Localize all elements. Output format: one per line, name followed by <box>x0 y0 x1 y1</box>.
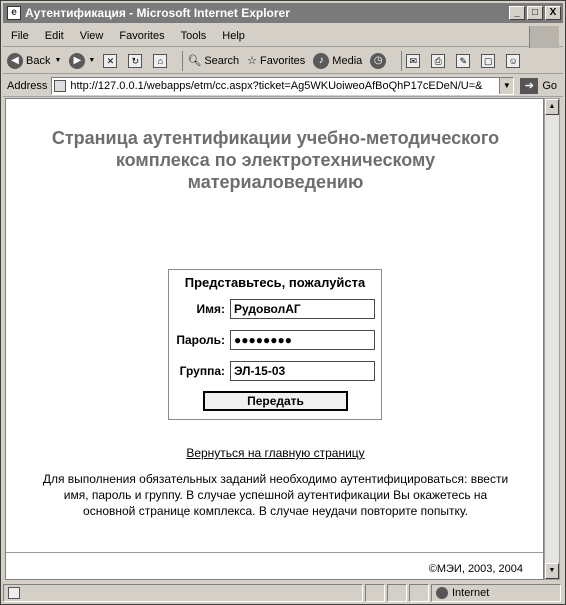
history-icon: ◷ <box>370 52 387 69</box>
title-bar: e Аутентификация - Microsoft Internet Ex… <box>3 3 563 23</box>
login-form: Представьтесь, пожалуйста Имя: РудоволАГ… <box>168 269 382 420</box>
toolbar: ◀ Back ▼ ▶ ▼ ✕ ↻ ⌂ 🔍︎ Search ☆ Favorites… <box>3 48 563 74</box>
discuss-button[interactable]: ▢ <box>481 53 498 68</box>
globe-icon <box>436 586 448 599</box>
back-button[interactable]: ◀ Back ▼ <box>7 52 62 69</box>
search-button[interactable]: 🔍︎ Search <box>187 54 240 68</box>
instructions-line: имя, пароль и группу. В случае успешной … <box>63 488 488 502</box>
chevron-down-icon: ▼ <box>54 57 62 64</box>
menu-edit[interactable]: Edit <box>37 30 72 42</box>
stop-icon: ✕ <box>103 53 118 68</box>
address-input[interactable]: http://127.0.0.1/webapps/etm/cc.aspx?tic… <box>51 76 515 95</box>
home-button[interactable]: ⌂ <box>153 53 170 68</box>
zone-label: Internet <box>452 586 490 599</box>
forward-button[interactable]: ▶ ▼ <box>69 52 96 69</box>
scroll-down-button[interactable]: ▼ <box>545 563 559 579</box>
page-title: Страница аутентификации учебно-методичес… <box>6 127 543 193</box>
chevron-down-icon: ▼ <box>88 57 96 64</box>
stop-button[interactable]: ✕ <box>103 53 120 68</box>
maximize-button[interactable]: □ <box>527 6 543 20</box>
windows-logo-icon <box>529 26 559 48</box>
toolbar-separator <box>182 50 184 71</box>
status-cell <box>387 583 407 602</box>
menu-favorites[interactable]: Favorites <box>111 30 172 42</box>
favorites-label: Favorites <box>260 54 306 67</box>
instructions-line: основной странице комплекса. В случае не… <box>83 504 468 518</box>
address-bar: Address http://127.0.0.1/webapps/etm/cc.… <box>3 75 563 97</box>
status-bar: Internet <box>3 582 563 603</box>
scroll-up-button[interactable]: ▲ <box>545 99 559 115</box>
favorites-button[interactable]: ☆ Favorites <box>247 54 306 68</box>
history-button[interactable]: ◷ <box>370 52 389 69</box>
menu-help[interactable]: Help <box>214 30 253 42</box>
mail-button[interactable]: ✉ <box>406 53 423 68</box>
minimize-button[interactable]: _ <box>509 6 525 20</box>
go-arrow-icon: ➔ <box>520 77 539 94</box>
name-input[interactable]: РудоволАГ <box>230 299 375 319</box>
page-viewport: Страница аутентификации учебно-методичес… <box>5 98 544 580</box>
print-button[interactable]: ⎙ <box>431 53 448 68</box>
edit-button[interactable]: ✎ <box>456 53 473 68</box>
footer-divider <box>6 552 543 553</box>
form-title: Представьтесь, пожалуйста <box>184 275 366 290</box>
media-label: Media <box>332 54 363 67</box>
name-label: Имя: <box>196 302 226 316</box>
edit-icon: ✎ <box>456 53 471 68</box>
media-icon: ♪ <box>313 52 330 69</box>
menu-tools[interactable]: Tools <box>173 30 215 42</box>
media-button[interactable]: ♪ Media <box>313 52 363 69</box>
mail-icon: ✉ <box>406 53 421 68</box>
status-main <box>3 583 363 602</box>
group-input[interactable]: ЭЛ-15-03 <box>230 361 375 381</box>
refresh-icon: ↻ <box>128 53 143 68</box>
password-input[interactable]: ●●●●●●●● <box>230 330 375 350</box>
star-icon: ☆ <box>247 55 258 67</box>
print-icon: ⎙ <box>431 53 446 68</box>
menu-bar: File Edit View Favorites Tools Help <box>3 25 563 47</box>
back-arrow-icon: ◀ <box>7 52 23 69</box>
submit-button[interactable]: Передать <box>203 391 348 411</box>
refresh-button[interactable]: ↻ <box>128 53 145 68</box>
browser-window: e Аутентификация - Microsoft Internet Ex… <box>0 0 566 605</box>
page-icon <box>54 79 67 92</box>
toolbar-separator <box>401 50 403 71</box>
messenger-button[interactable]: ☺ <box>506 53 523 68</box>
discuss-icon: ▢ <box>481 53 496 68</box>
name-row: Имя: РудоволАГ <box>169 299 381 319</box>
back-label: Back <box>26 54 51 67</box>
password-label: Пароль: <box>176 333 225 347</box>
security-zone: Internet <box>431 583 561 602</box>
instructions-line: Для выполнения обязательных заданий необ… <box>42 472 509 486</box>
page-title-line: материаловедению <box>187 172 364 192</box>
messenger-icon: ☺ <box>506 53 521 68</box>
instructions-text: Для выполнения обязательных заданий необ… <box>22 471 529 519</box>
password-row: Пароль: ●●●●●●●● <box>169 330 381 350</box>
vertical-scrollbar[interactable]: ▲ ▼ <box>544 98 560 580</box>
search-label: Search <box>204 54 240 67</box>
home-icon: ⌂ <box>153 53 168 68</box>
page-title-line: комплекса по электротехническому <box>115 150 436 170</box>
group-row: Группа: ЭЛ-15-03 <box>169 361 381 381</box>
group-label: Группа: <box>179 364 225 378</box>
close-button[interactable]: X <box>545 6 561 20</box>
ie-logo-icon: e <box>7 6 21 20</box>
back-to-main-link[interactable]: Вернуться на главную страницу <box>6 446 543 460</box>
status-cell <box>365 583 385 602</box>
status-cell <box>409 583 429 602</box>
copyright: ©МЭИ, 2003, 2004 <box>428 563 523 575</box>
page-title-line: Страница аутентификации учебно-методичес… <box>51 128 500 148</box>
address-dropdown-button[interactable]: ▼ <box>499 77 514 94</box>
menu-view[interactable]: View <box>72 30 112 42</box>
forward-arrow-icon: ▶ <box>69 52 86 69</box>
menu-file[interactable]: File <box>3 30 37 42</box>
address-url: http://127.0.0.1/webapps/etm/cc.aspx?tic… <box>70 79 483 92</box>
go-button[interactable]: ➔ Go <box>520 77 557 94</box>
address-label: Address <box>7 79 48 92</box>
go-label: Go <box>542 79 557 92</box>
page-status-icon <box>8 586 20 599</box>
window-title: Аутентификация - Microsoft Internet Expl… <box>25 6 290 20</box>
search-icon: 🔍︎ <box>187 55 202 67</box>
